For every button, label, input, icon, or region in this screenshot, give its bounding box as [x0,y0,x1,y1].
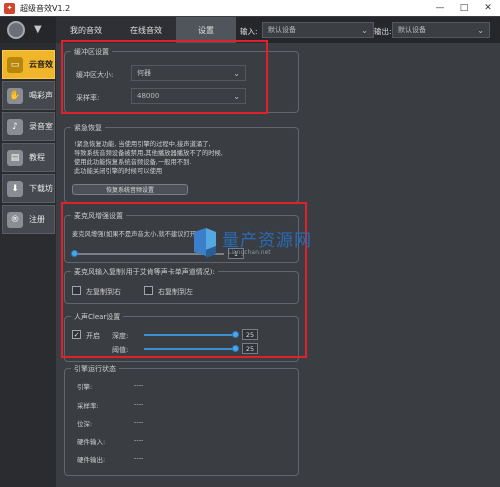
sidebar-item-label: 录音室 [29,122,53,131]
book-icon: ▤ [7,149,23,166]
input-device-value: 默认设备 [268,26,296,34]
output-label: 输出: [374,27,392,36]
engine-label: 引擎: [77,383,93,391]
input-device-select[interactable]: 默认设备 ⌄ [262,22,374,38]
buffer-size-select[interactable]: 何器 ⌄ [131,65,246,81]
sample-rate-value: 48000 [137,92,160,100]
window-controls: — □ ✕ [428,0,500,16]
applause-icon: ✋ [7,87,23,104]
chevron-down-icon[interactable]: ▼ [34,24,42,35]
sidebar-item-download[interactable]: ⬇ 下载坊 [2,174,55,203]
register-icon: ® [7,211,23,228]
watermark-subtext: Liangchan.net [228,249,271,256]
sample-rate-label: 采样率: [76,94,100,102]
sidebar-item-tutorial[interactable]: ▤ 教程 [2,143,55,172]
mic-boost-title: 麦克风增强设置 [71,211,126,221]
sidebar-item-cloud-effects[interactable]: ▭ 云音效 [2,50,55,79]
logo-icon[interactable] [7,21,25,39]
hardware-output-label: 硬件输出: [77,456,106,464]
hardware-input-label: 硬件输入: [77,438,106,446]
chevron-down-icon: ⌄ [233,69,240,78]
voice-clear-title: 人声Clear设置 [71,312,124,322]
hardware-input-value: ---- [134,436,144,444]
emergency-note-2: 导致系统音频设备被禁用,其他播放器播放不了的时候, [74,150,223,157]
sidebar: ▭ 云音效 ✋ 喝彩声 ♪ 录音室 ▤ 教程 ⬇ 下载坊 ® 注册 [0,43,56,487]
sidebar-item-label: 注册 [29,215,45,224]
sample-rate-status-label: 采样率: [77,402,99,410]
chevron-down-icon: ⌄ [233,92,240,101]
depth-slider-fill [144,334,236,336]
sample-rate-select[interactable]: 48000 ⌄ [131,88,246,104]
close-button[interactable]: ✕ [476,0,500,16]
emergency-note-3: 使用此功能恢复系统音频设备,一般用不到. [74,159,192,166]
sidebar-item-label: 教程 [29,153,45,162]
hardware-output-value: ---- [134,454,144,462]
emergency-recovery-title: 紧急恢复 [71,123,105,133]
buffer-settings-title: 缓冲区设置 [71,47,112,57]
title-bar: ✦ 超级音效V1.2 — □ ✕ [0,0,500,16]
sidebar-item-label: 下载坊 [29,184,53,193]
emergency-note-4: 此功能关闭引擎的时候可以使用 [74,168,163,175]
download-icon: ⬇ [7,180,23,197]
sidebar-item-label: 云音效 [29,60,53,69]
copy-right-to-left-checkbox[interactable] [144,286,153,295]
chevron-down-icon: ⌄ [361,26,368,35]
sidebar-item-applause[interactable]: ✋ 喝彩声 [2,81,55,110]
depth-label: 深度: [112,332,129,340]
watermark: 量产资源网 Liangchan.net [192,224,322,264]
mic-boost-slider-thumb[interactable] [71,250,78,257]
tab-online-effects[interactable]: 在线音效 [116,17,176,43]
sidebar-item-label: 喝彩声 [29,91,53,100]
top-nav: ▼ 我的音效 在线音效 设置 输入: 默认设备 ⌄ 输出: 默认设备 ⌄ [0,17,500,43]
folder-icon: ▭ [7,56,23,73]
engine-status-title: 引擎运行状态 [71,364,119,374]
input-label: 输入: [240,27,258,36]
bit-depth-value: ---- [134,418,144,426]
settings-panel: 缓冲区设置 缓冲区大小: 何器 ⌄ 采样率: 48000 ⌄ 紧急恢复 !紧急恢… [56,43,500,487]
emergency-note-1: !紧急恢复功能, 当使用引擎的过程中,接声道涌了, [74,141,211,148]
chevron-down-icon: ⌄ [477,26,484,35]
threshold-label: 阈值: [112,346,129,354]
flame-icon: ✦ [4,2,15,14]
restore-audio-button[interactable]: 恢复系统音频设置 [72,184,188,195]
sidebar-item-register[interactable]: ® 注册 [2,205,55,234]
copy-right-to-left-label: 右复制到左 [158,288,193,296]
window-title: 超级音效V1.2 [20,3,71,13]
watermark-logo-icon [194,228,216,258]
mic-boost-desc: 麦克风增强(如果不是声音太小,就不建议打开) [72,231,199,238]
microphone-icon: ♪ [7,118,23,135]
copy-left-to-right-label: 左复制到右 [86,288,121,296]
depth-slider-thumb[interactable] [232,331,239,338]
watermark-text: 量产资源网 [222,231,312,251]
voice-clear-enable-label: 开启 [86,332,100,340]
output-device-value: 默认设备 [398,26,426,34]
depth-value[interactable]: 25 [242,329,258,340]
buffer-size-label: 缓冲区大小: [76,71,114,79]
sidebar-item-studio[interactable]: ♪ 录音室 [2,112,55,141]
threshold-slider-fill [144,348,236,350]
maximize-button[interactable]: □ [452,0,476,16]
sample-rate-status-value: ---- [134,400,144,408]
threshold-value[interactable]: 25 [242,343,258,354]
tab-settings[interactable]: 设置 [176,17,236,43]
copy-left-to-right-checkbox[interactable] [72,286,81,295]
voice-clear-enable-checkbox[interactable]: ✓ [72,330,81,339]
minimize-button[interactable]: — [428,0,452,16]
threshold-slider-thumb[interactable] [232,345,239,352]
engine-value: ---- [134,381,144,389]
bit-depth-label: 位深: [77,420,93,428]
mic-copy-title: 麦克风输入复制(用于艾肯等声卡单声道情况): [71,267,218,277]
buffer-size-value: 何器 [137,69,151,77]
tab-my-effects[interactable]: 我的音效 [56,17,116,43]
output-device-select[interactable]: 默认设备 ⌄ [392,22,490,38]
